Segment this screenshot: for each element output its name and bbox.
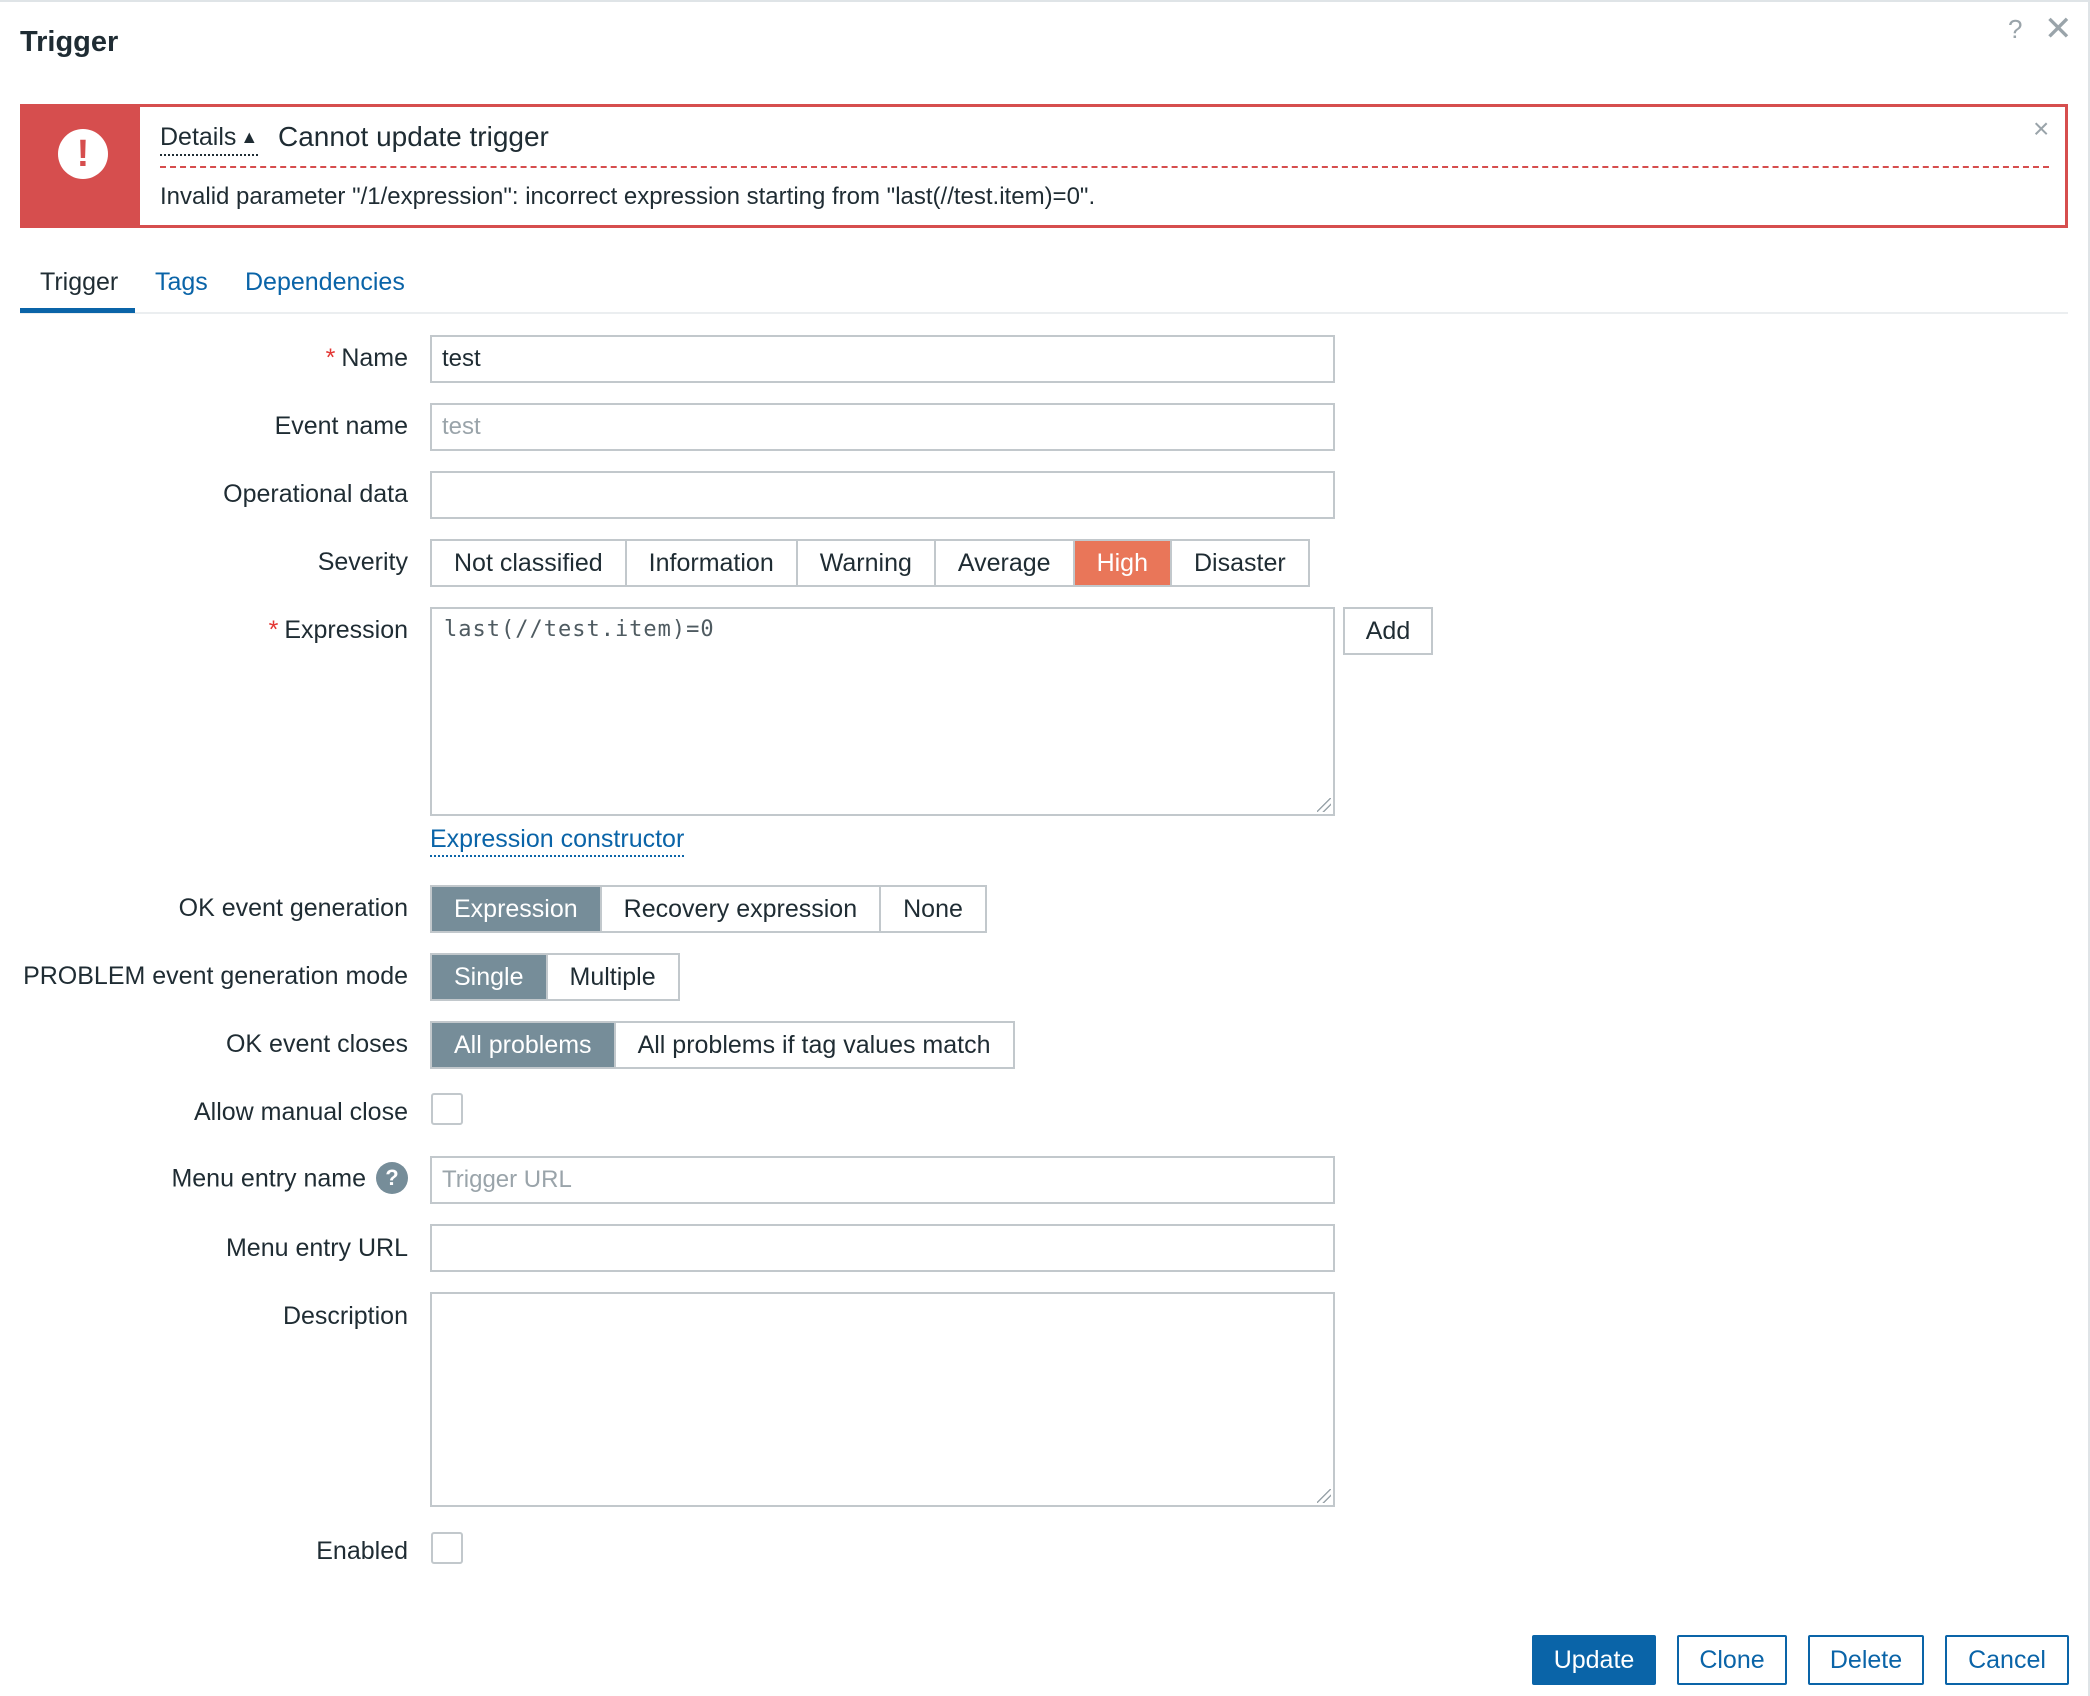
allow-manual-close-label: Allow manual close <box>194 1098 408 1126</box>
problem-mode-selector: Single Multiple <box>430 953 680 1001</box>
ok-gen-none[interactable]: None <box>881 887 985 931</box>
update-button[interactable]: Update <box>1532 1635 1656 1685</box>
menu-entry-name-label: Menu entry name? <box>171 1162 408 1196</box>
cancel-button[interactable]: Cancel <box>1945 1635 2069 1685</box>
expression-constructor-link[interactable]: Expression constructor <box>430 825 685 857</box>
tab-bar: Trigger Tags Dependencies <box>20 258 2068 314</box>
details-toggle[interactable]: Details ▲ <box>160 123 259 156</box>
help-icon[interactable]: ? <box>2008 14 2022 45</box>
severity-not-classified[interactable]: Not classified <box>432 541 627 585</box>
severity-high[interactable]: High <box>1074 541 1172 585</box>
enabled-label: Enabled <box>316 1537 408 1565</box>
tab-tags[interactable]: Tags <box>155 268 208 297</box>
ok-closes-tag-match[interactable]: All problems if tag values match <box>615 1023 1013 1067</box>
error-icon: ! <box>58 129 108 179</box>
event-name-input[interactable]: test <box>430 403 1335 451</box>
severity-average[interactable]: Average <box>935 541 1075 585</box>
ok-closes-all-problems[interactable]: All problems <box>432 1023 616 1067</box>
error-message: ! Details ▲ Cannot update trigger Invalid… <box>20 104 2068 228</box>
delete-button[interactable]: Delete <box>1808 1635 1924 1685</box>
operational-data-label: Operational data <box>223 480 408 508</box>
required-mark: * <box>268 616 279 644</box>
details-label: Details <box>160 123 237 151</box>
description-textarea[interactable] <box>430 1292 1335 1507</box>
error-text: Invalid parameter "/1/expression": incor… <box>160 183 1096 210</box>
required-mark: * <box>325 344 336 372</box>
severity-label: Severity <box>317 548 408 576</box>
add-expression-button[interactable]: Add <box>1343 607 1433 655</box>
ok-event-generation-label: OK event generation <box>178 894 408 922</box>
ok-event-closes-label: OK event closes <box>225 1030 408 1058</box>
expression-label: * Expression <box>268 616 408 644</box>
severity-warning[interactable]: Warning <box>797 541 936 585</box>
ok-event-generation-selector: Expression Recovery expression None <box>430 885 987 933</box>
description-label: Description <box>282 1302 408 1330</box>
event-name-label: Event name <box>274 412 408 440</box>
error-divider <box>160 166 2049 168</box>
menu-entry-url-label: Menu entry URL <box>225 1234 408 1262</box>
resize-grip-icon[interactable] <box>1317 1489 1331 1503</box>
menu-entry-name-input[interactable]: Trigger URL <box>430 1156 1335 1204</box>
ok-gen-recovery-expression[interactable]: Recovery expression <box>601 887 882 931</box>
problem-mode-single[interactable]: Single <box>432 955 548 999</box>
help-icon[interactable]: ? <box>376 1162 408 1194</box>
allow-manual-close-checkbox[interactable] <box>431 1093 463 1125</box>
active-tab-indicator <box>20 308 135 313</box>
name-input[interactable]: test <box>430 335 1335 383</box>
severity-disaster[interactable]: Disaster <box>1172 541 1308 585</box>
message-close-icon[interactable]: × <box>2033 113 2049 145</box>
severity-information[interactable]: Information <box>626 541 798 585</box>
error-title: Cannot update trigger <box>278 121 549 152</box>
clone-button[interactable]: Clone <box>1677 1635 1787 1685</box>
tab-trigger[interactable]: Trigger <box>40 268 118 297</box>
error-icon-panel: ! <box>23 107 140 225</box>
ok-event-closes-selector: All problems All problems if tag values … <box>430 1021 1015 1069</box>
operational-data-input[interactable] <box>430 471 1335 519</box>
ok-gen-expression[interactable]: Expression <box>432 887 602 931</box>
dialog-title: Trigger <box>20 26 119 58</box>
name-label: * Name <box>325 344 408 372</box>
menu-entry-url-input[interactable] <box>430 1224 1335 1272</box>
expression-textarea[interactable]: last(//test.item)=0 <box>430 607 1335 816</box>
close-icon[interactable]: ✕ <box>2044 12 2073 46</box>
trigger-dialog: Trigger ? ✕ ! Details ▲ Cannot update tri… <box>0 0 2090 1696</box>
enabled-checkbox[interactable] <box>431 1532 463 1564</box>
problem-mode-label: PROBLEM event generation mode <box>23 962 408 990</box>
caret-up-icon: ▲ <box>240 127 259 147</box>
resize-grip-icon[interactable] <box>1317 798 1331 812</box>
problem-mode-multiple[interactable]: Multiple <box>547 955 678 999</box>
expression-value: last(//test.item)=0 <box>444 617 715 642</box>
tab-dependencies[interactable]: Dependencies <box>245 268 405 297</box>
severity-selector: Not classified Information Warning Avera… <box>430 539 1310 587</box>
